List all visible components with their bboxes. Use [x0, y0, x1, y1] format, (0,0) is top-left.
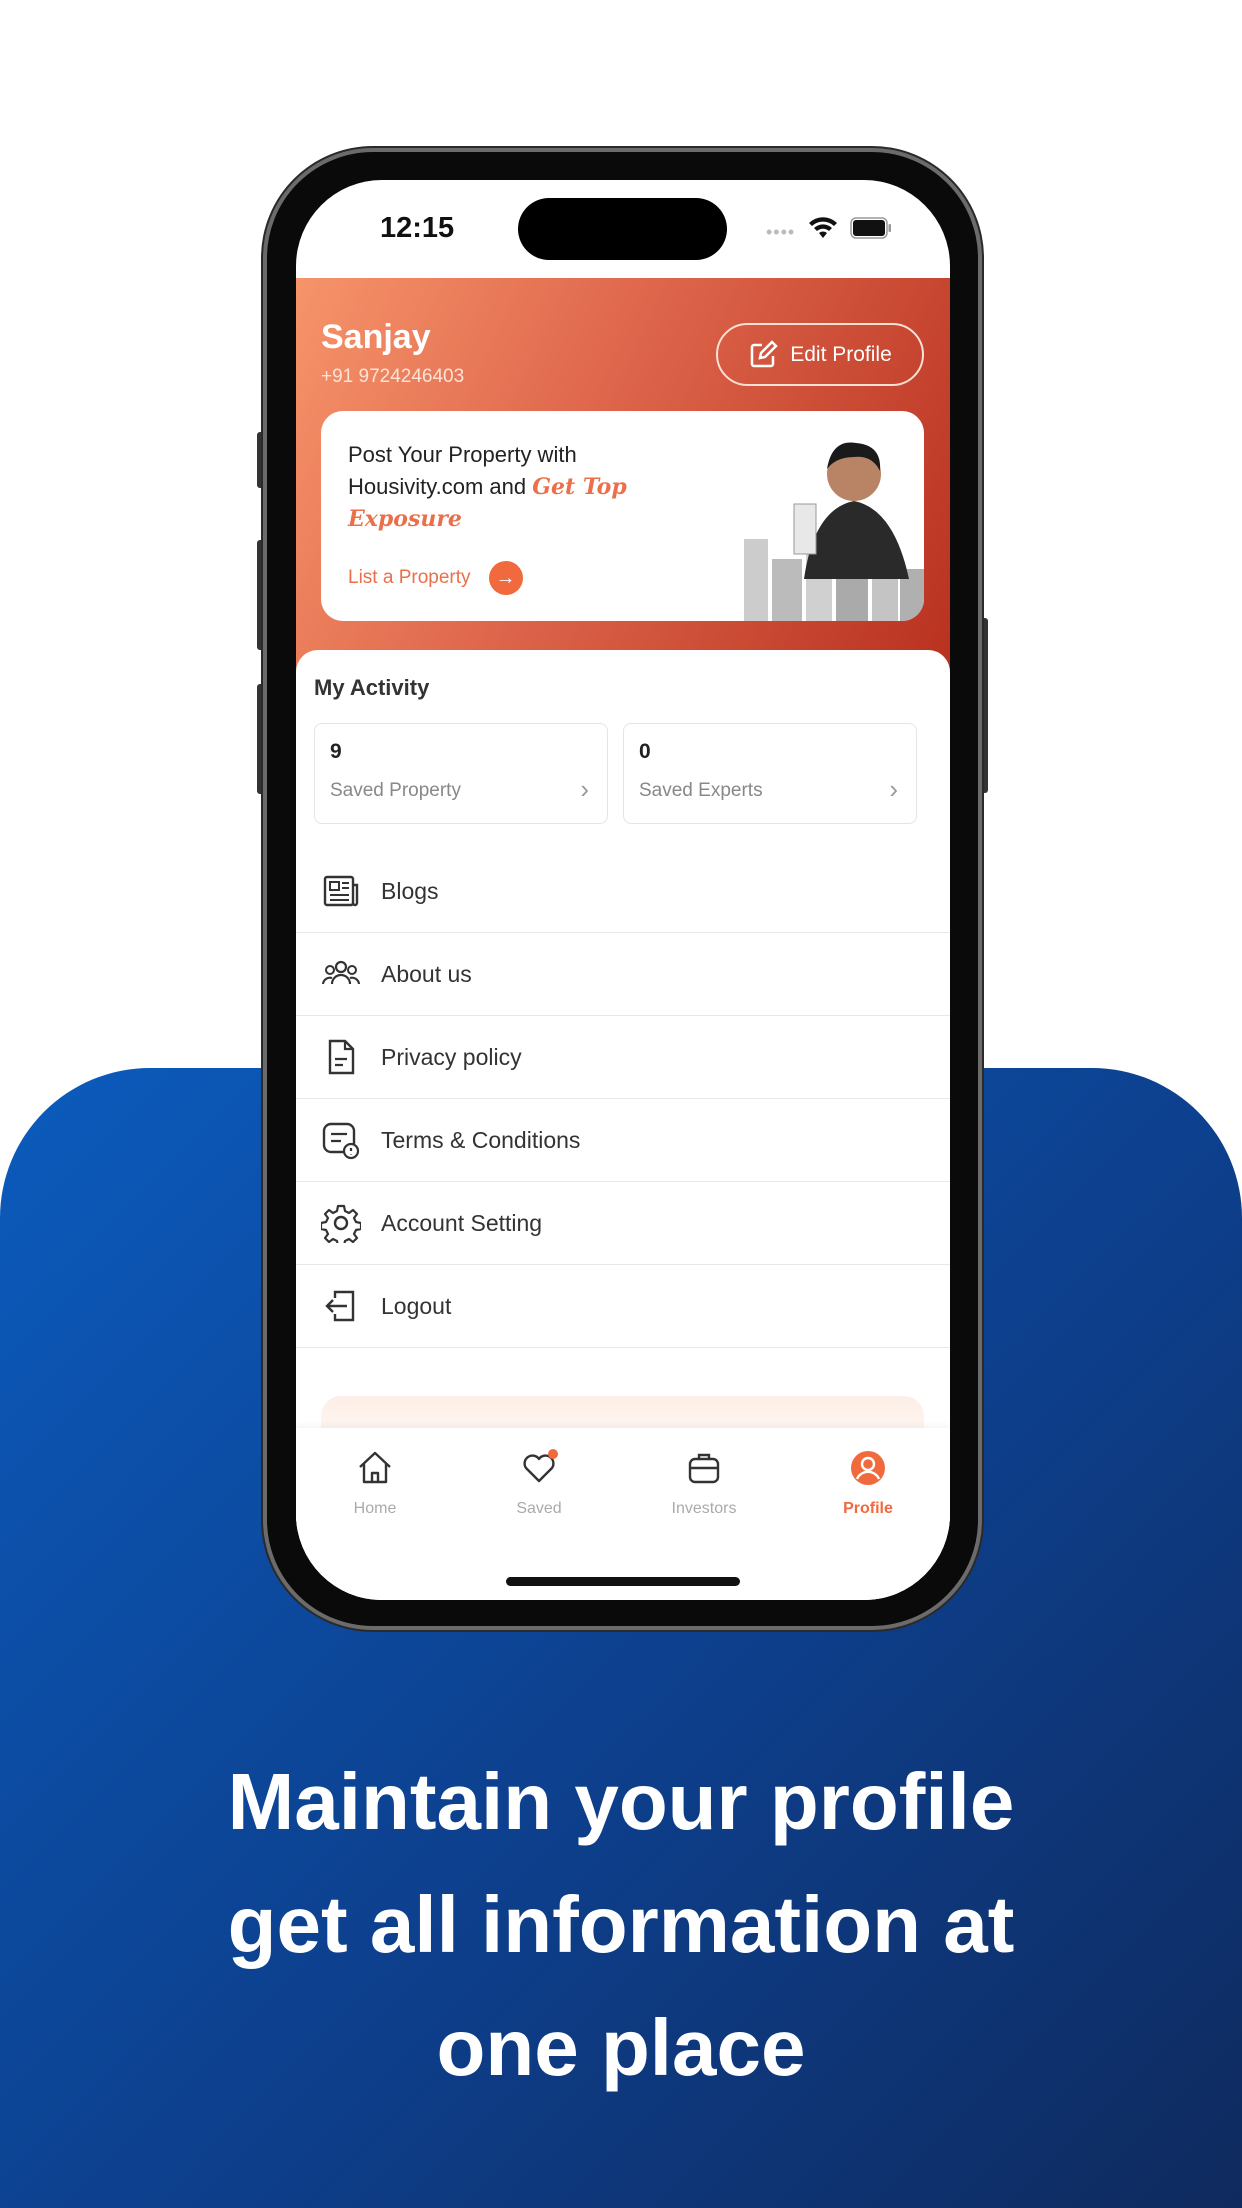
tab-label: Profile — [843, 1500, 893, 1517]
battery-icon — [850, 217, 891, 239]
menu-label: Logout — [381, 1292, 452, 1319]
menu-label: About us — [381, 960, 472, 987]
edit-profile-button[interactable]: Edit Profile — [716, 323, 924, 386]
wifi-icon — [809, 217, 837, 238]
tab-investors[interactable]: Investors — [644, 1448, 764, 1518]
chevron-right-icon: › — [580, 774, 589, 804]
terms-icon — [322, 1122, 360, 1160]
my-activity-title: My Activity — [314, 675, 430, 700]
newspaper-icon — [323, 875, 359, 907]
caption-line: one place — [436, 2003, 806, 2092]
group-icon — [321, 960, 361, 985]
saved-experts-count: 0 — [639, 740, 651, 763]
tab-label: Saved — [516, 1500, 562, 1517]
tab-saved[interactable]: Saved — [479, 1448, 599, 1518]
gear-icon — [321, 1204, 361, 1243]
caption-line: Maintain your profile — [227, 1757, 1015, 1846]
logout-icon — [325, 1290, 355, 1322]
list-property-button[interactable]: List a Property → — [348, 561, 523, 595]
user-circle-icon — [851, 1451, 885, 1485]
saved-experts-card[interactable]: 0 Saved Experts › — [623, 723, 917, 824]
menu-item-about-us[interactable]: About us — [296, 933, 950, 1016]
user-phone: +91 9724246403 — [321, 366, 465, 387]
menu-item-account-setting[interactable]: Account Setting — [296, 1182, 950, 1265]
menu-item-logout[interactable]: Logout — [296, 1265, 950, 1348]
signal-icon: •••• — [766, 222, 796, 242]
dynamic-island — [518, 198, 727, 260]
saved-property-label: Saved Property — [330, 780, 461, 801]
tab-home[interactable]: Home — [315, 1448, 435, 1518]
menu-item-blogs[interactable]: Blogs — [296, 850, 950, 933]
saved-property-count: 9 — [330, 740, 342, 763]
caption-line: get all information at — [227, 1880, 1015, 1969]
promo-illustration — [744, 442, 924, 621]
tab-label: Investors — [671, 1500, 737, 1517]
briefcase-icon — [688, 1453, 720, 1484]
document-icon — [328, 1039, 355, 1075]
tab-profile[interactable]: Profile — [808, 1448, 928, 1518]
bottom-tab-bar: Home Saved Investors Profile — [296, 1428, 950, 1600]
menu-label: Terms & Conditions — [381, 1126, 581, 1153]
edit-icon — [750, 339, 778, 367]
list-property-label: List a Property — [348, 567, 471, 588]
menu-item-terms[interactable]: Terms & Conditions — [296, 1099, 950, 1182]
menu-label: Account Setting — [381, 1209, 543, 1236]
home-indicator — [506, 1577, 740, 1586]
saved-property-card[interactable]: 9 Saved Property › — [314, 723, 608, 824]
menu-label: Privacy policy — [381, 1043, 522, 1070]
promo-text: Post Your Property with Housivity.com an… — [348, 439, 678, 535]
arrow-right-icon: → — [488, 561, 523, 595]
saved-experts-label: Saved Experts — [639, 780, 763, 801]
edit-profile-label: Edit Profile — [790, 342, 892, 366]
home-icon — [359, 1451, 391, 1484]
phone-screen: 12:15 •••• Sanjay +91 9724246403 Edit Pr… — [296, 180, 950, 1600]
chevron-right-icon: › — [889, 774, 898, 804]
status-time: 12:15 — [380, 212, 455, 244]
menu-item-privacy-policy[interactable]: Privacy policy — [296, 1016, 950, 1099]
menu-label: Blogs — [381, 877, 439, 904]
tab-label: Home — [353, 1500, 397, 1517]
user-name: Sanjay — [321, 318, 431, 356]
heart-icon — [523, 1449, 558, 1483]
promo-banner[interactable]: Post Your Property with Housivity.com an… — [321, 411, 924, 621]
marketing-caption: Maintain your profile get all informatio… — [0, 1740, 1242, 2109]
